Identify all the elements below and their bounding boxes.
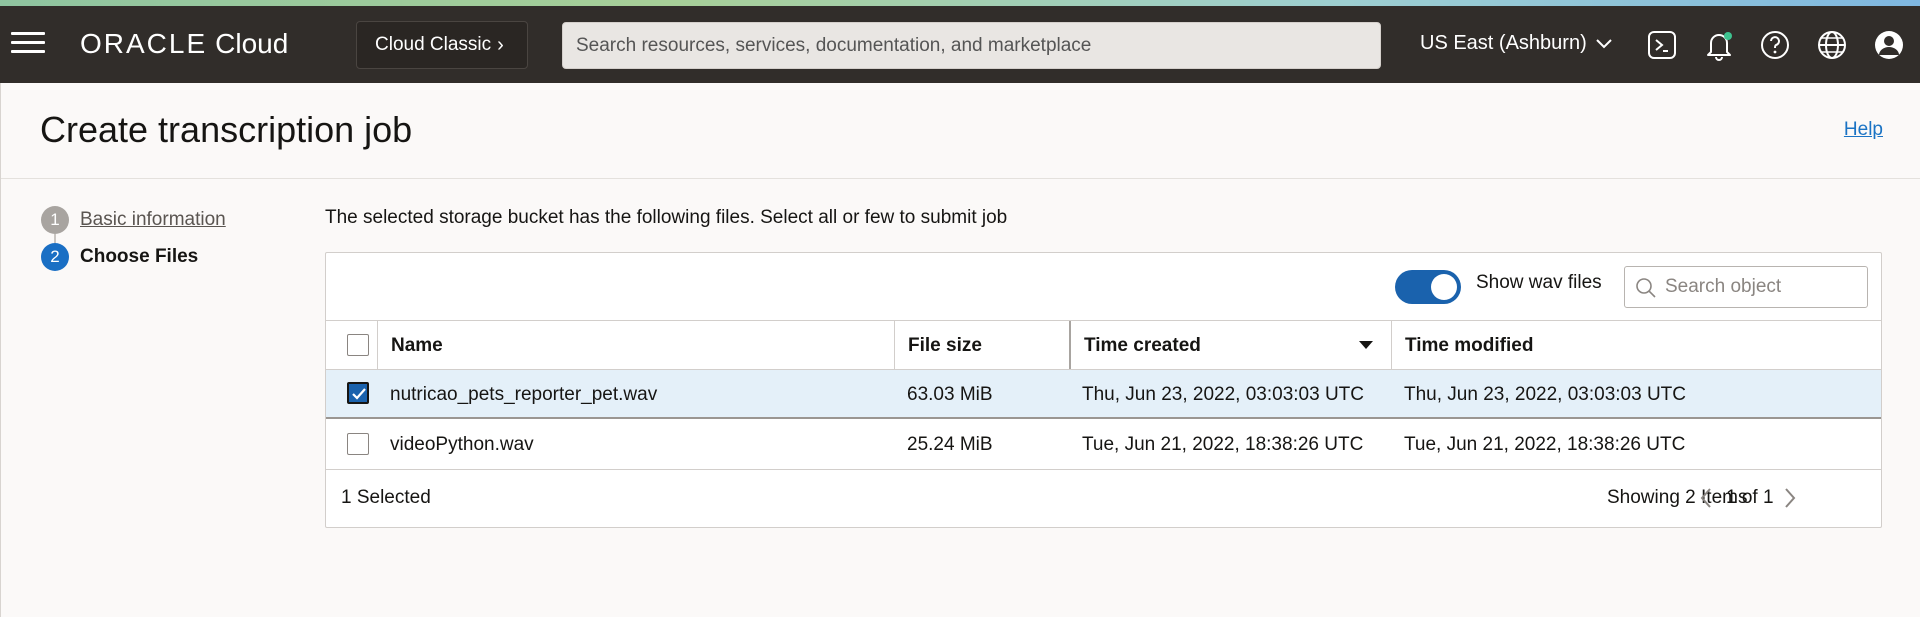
toggle-knob [1431, 274, 1457, 300]
logo-oracle-text: ORACLE [80, 28, 208, 59]
global-search-input[interactable]: Search resources, services, documentatio… [562, 22, 1381, 69]
region-selector[interactable]: US East (Ashburn) [1420, 32, 1613, 55]
next-page-icon[interactable] [1780, 485, 1800, 511]
row-checkbox[interactable] [347, 433, 369, 455]
cloud-classic-label: Cloud Classic [375, 34, 492, 55]
table-footer: 1 Selected Showing 2 Items 1 of 1 [326, 471, 1881, 527]
step-number: 2 [41, 243, 69, 271]
step-label[interactable]: Basic information [80, 209, 226, 231]
cell-modified: Tue, Jun 21, 2022, 18:38:26 UTC [1404, 433, 1686, 455]
select-all-checkbox[interactable] [347, 334, 369, 356]
user-icon[interactable] [1872, 28, 1906, 62]
cloud-shell-icon[interactable] [1645, 28, 1679, 62]
table-row[interactable]: videoPython.wav 25.24 MiB Tue, Jun 21, 2… [326, 420, 1881, 470]
cell-name: videoPython.wav [390, 433, 534, 455]
sort-descending-icon[interactable] [1359, 341, 1373, 349]
chevron-right-icon: › [497, 33, 504, 56]
files-table-panel: Show wav files Search object Name File s… [325, 252, 1882, 528]
checkmark-icon [352, 388, 366, 400]
bell-icon[interactable] [1702, 28, 1736, 62]
top-navigation-bar: ORACLE Cloud Cloud Classic › Search reso… [0, 6, 1920, 83]
page-title: Create transcription job [40, 109, 413, 150]
chevron-down-icon [1596, 38, 1612, 48]
cell-size: 25.24 MiB [907, 433, 993, 455]
prev-page-icon[interactable] [1696, 485, 1716, 511]
cloud-classic-button[interactable]: Cloud Classic › [356, 21, 528, 69]
column-header-name[interactable]: Name [377, 321, 894, 370]
region-label: US East (Ashburn) [1420, 32, 1587, 54]
column-header-label: Name [391, 334, 443, 356]
column-header-label: Time modified [1405, 334, 1534, 356]
object-search-placeholder: Search object [1665, 276, 1782, 297]
page-indicator: 1 of 1 [1726, 487, 1774, 508]
step-number: 1 [41, 206, 69, 234]
cell-name: nutricao_pets_reporter_pet.wav [390, 383, 658, 405]
object-search-input[interactable]: Search object [1624, 266, 1868, 308]
help-link[interactable]: Help [1844, 119, 1883, 141]
table-row[interactable]: nutricao_pets_reporter_pet.wav 63.03 MiB… [326, 369, 1881, 419]
cell-created: Tue, Jun 21, 2022, 18:38:26 UTC [1082, 433, 1364, 455]
oracle-cloud-logo[interactable]: ORACLE Cloud [80, 28, 288, 60]
hamburger-menu-icon[interactable] [11, 32, 45, 56]
row-checkbox[interactable] [347, 382, 369, 404]
toggle-switch[interactable] [1395, 270, 1461, 304]
cell-modified: Thu, Jun 23, 2022, 03:03:03 UTC [1404, 383, 1687, 405]
intro-text: The selected storage bucket has the foll… [325, 207, 1008, 228]
logo-cloud-text: Cloud [215, 28, 289, 59]
pagination: 1 of 1 [1696, 485, 1800, 511]
column-header-size[interactable]: File size [894, 321, 1069, 370]
globe-icon[interactable] [1815, 28, 1849, 62]
step-connector [54, 234, 56, 243]
column-header-label: Time created [1084, 334, 1201, 356]
step-basic-information[interactable]: 1 Basic information [41, 206, 226, 234]
help-icon[interactable] [1758, 28, 1792, 62]
column-header-label: File size [908, 334, 982, 356]
toggle-label: Show wav files [1476, 272, 1602, 293]
cell-size: 63.03 MiB [907, 383, 993, 405]
global-search-placeholder: Search resources, services, documentatio… [576, 34, 1092, 56]
column-header-time-modified[interactable]: Time modified [1391, 321, 1881, 370]
step-label: Choose Files [80, 246, 199, 267]
table-header: Name File size Time created Time modifie… [326, 320, 1881, 370]
cell-created: Thu, Jun 23, 2022, 03:03:03 UTC [1082, 383, 1365, 405]
left-border [0, 83, 1, 617]
page-header: Create transcription job Help [0, 83, 1920, 179]
selected-count: 1 Selected [341, 487, 431, 508]
step-choose-files: 2 Choose Files [41, 243, 198, 271]
show-wav-toggle[interactable]: Show wav files [1395, 270, 1602, 304]
column-header-time-created[interactable]: Time created [1069, 321, 1391, 370]
search-icon [1636, 278, 1656, 298]
